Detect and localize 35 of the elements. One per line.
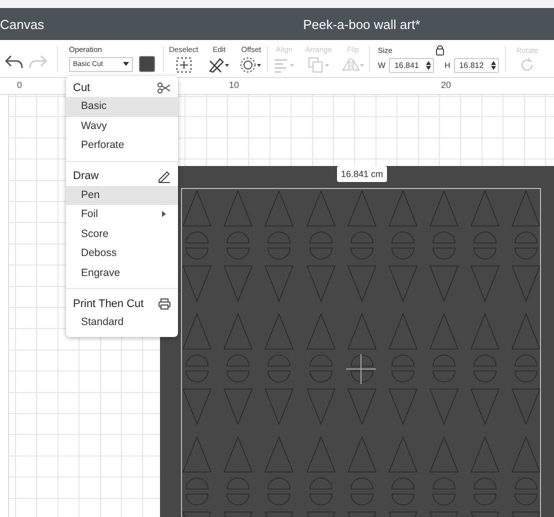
menu-item[interactable]: Perforate <box>66 136 178 156</box>
width-label: W <box>378 61 386 70</box>
pencil-icon <box>158 170 171 182</box>
breadcrumb[interactable]: Canvas <box>0 16 44 32</box>
project-title: Peek-a-boo wall art* <box>303 16 420 32</box>
menu-item[interactable]: Deboss <box>66 244 178 264</box>
stepper-icon[interactable] <box>491 61 496 70</box>
menu-section-title: Cut <box>73 82 90 94</box>
pencil-ruler-icon[interactable] <box>208 56 230 72</box>
dimension-label: 16.841 cm <box>337 166 388 182</box>
menu-item[interactable]: Wavy <box>66 116 178 136</box>
lock-icon[interactable] <box>434 44 446 56</box>
ruler-number: 20 <box>441 80 452 90</box>
width-field[interactable]: 16.841 <box>389 58 434 73</box>
deselect-icon[interactable] <box>176 56 192 72</box>
crosshair-icon <box>346 354 376 384</box>
printer-icon <box>158 298 171 310</box>
offset-icon[interactable] <box>240 56 262 72</box>
menu-item[interactable]: Score <box>66 224 178 244</box>
stepper-icon[interactable] <box>426 61 432 70</box>
menu-item[interactable]: Foil <box>66 205 178 224</box>
ruler-number: 10 <box>229 80 240 90</box>
ruler-number: 0 <box>17 80 22 90</box>
menu-item[interactable]: Standard <box>66 313 178 332</box>
menu-section-title: Print Then Cut <box>73 298 144 310</box>
caret-icon <box>123 62 129 66</box>
menu-section-title: Draw <box>73 170 99 182</box>
height-label: H <box>444 61 450 70</box>
menu-item[interactable]: Pen <box>66 186 178 205</box>
color-swatch[interactable] <box>139 56 155 72</box>
height-field[interactable]: 16.812 <box>454 58 500 73</box>
undo-icon[interactable] <box>5 54 23 68</box>
menu-item[interactable]: Basic <box>66 97 178 116</box>
menu-item[interactable]: Engrave <box>66 264 178 283</box>
scissors-icon <box>157 82 171 94</box>
